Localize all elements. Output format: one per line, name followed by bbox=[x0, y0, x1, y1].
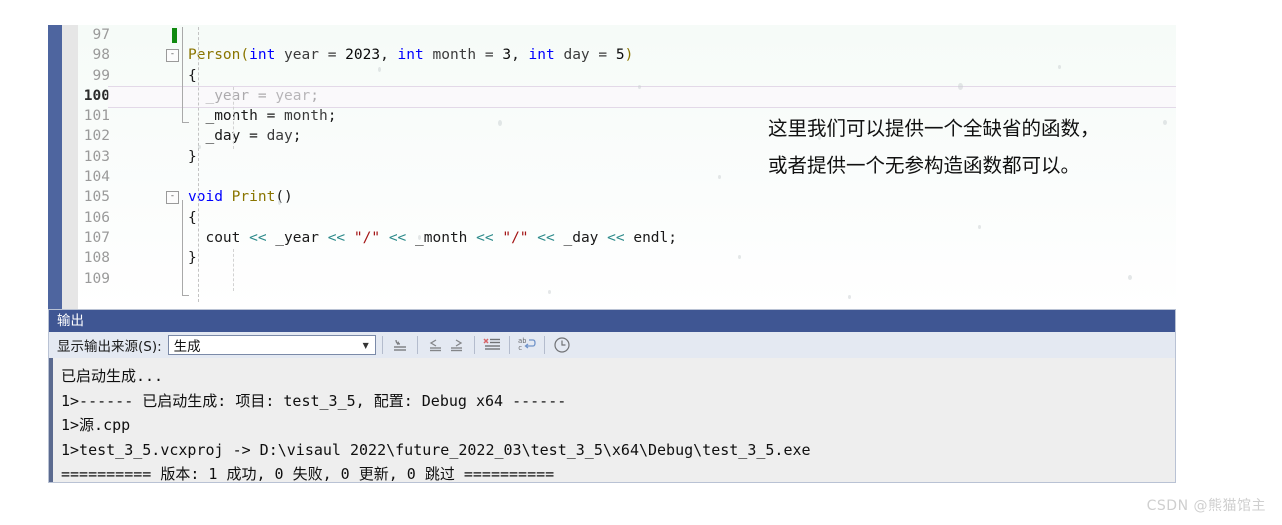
line-number: 108 bbox=[83, 250, 110, 267]
csdn-watermark: CSDN @熊猫馆主 bbox=[1146, 498, 1266, 514]
code-line[interactable]: 97 bbox=[78, 25, 1176, 45]
navigate-forward-icon[interactable] bbox=[446, 335, 468, 355]
indent-guide-line bbox=[198, 27, 199, 302]
output-source-value: 生成 bbox=[173, 339, 201, 355]
line-number: 101 bbox=[83, 108, 110, 125]
scan-speckle bbox=[1128, 275, 1132, 280]
fold-guide-line bbox=[182, 200, 183, 295]
fold-collapse-icon[interactable]: - bbox=[166, 49, 179, 63]
line-number: 100 bbox=[83, 87, 110, 104]
annotation-line-2: 或者提供一个无参构造函数都可以。 bbox=[768, 154, 1081, 177]
code-text: { bbox=[188, 209, 197, 226]
fold-end-tick bbox=[182, 295, 189, 296]
code-text: Person(int year = 2023, int month = 3, i… bbox=[188, 47, 634, 64]
fold-guide-line bbox=[182, 27, 183, 122]
code-text: void Print() bbox=[188, 189, 293, 206]
scan-speckle bbox=[958, 83, 963, 90]
fold-collapse-icon[interactable]: - bbox=[166, 191, 179, 205]
scan-speckle bbox=[378, 67, 381, 72]
toolbar-divider bbox=[508, 336, 510, 354]
output-line: 1>test_3_5.vcxproj -> D:\visaul 2022\fut… bbox=[61, 440, 811, 459]
scan-speckle bbox=[418, 235, 421, 240]
code-line[interactable]: 100 _year = year; bbox=[78, 86, 1176, 106]
scan-speckle bbox=[848, 295, 851, 299]
toggle-word-wrap-icon[interactable]: ab c bbox=[516, 335, 538, 355]
fold-end-tick bbox=[182, 122, 189, 123]
output-line: 已启动生成... bbox=[61, 367, 164, 385]
navigate-back-icon[interactable] bbox=[424, 335, 446, 355]
toolbar-divider bbox=[543, 336, 545, 354]
jump-to-source-icon[interactable] bbox=[389, 335, 411, 355]
change-marker-icon bbox=[172, 28, 177, 43]
code-text: _year = year; bbox=[188, 87, 319, 104]
code-line[interactable]: 108} bbox=[78, 248, 1176, 268]
scan-speckle bbox=[198, 145, 201, 149]
line-number: 97 bbox=[92, 27, 110, 43]
toolbar-divider bbox=[381, 336, 383, 354]
line-number: 102 bbox=[83, 128, 110, 145]
code-text: _month = month; bbox=[188, 108, 337, 125]
indent-guide-line bbox=[233, 249, 234, 291]
clear-all-icon[interactable] bbox=[481, 335, 503, 355]
line-number: 103 bbox=[83, 148, 110, 165]
scan-speckle bbox=[738, 255, 741, 259]
code-line[interactable]: 98 - Person(int year = 2023, int month = 3… bbox=[78, 45, 1176, 65]
output-panel-title-bar[interactable]: 输出 bbox=[49, 310, 1175, 332]
annotation-line-1: 这里我们可以提供一个全缺省的函数， bbox=[768, 117, 1100, 140]
scan-speckle bbox=[1058, 65, 1061, 69]
scan-speckle bbox=[548, 290, 551, 294]
output-source-select[interactable]: 生成 ▼ bbox=[167, 335, 376, 355]
svg-text:c: c bbox=[518, 344, 522, 352]
line-number: 99 bbox=[92, 67, 110, 84]
toolbar-divider bbox=[416, 336, 418, 354]
output-panel-title: 输出 bbox=[57, 313, 84, 329]
chevron-down-icon[interactable]: ▼ bbox=[357, 341, 375, 350]
output-source-label: 显示输出来源(S): bbox=[57, 339, 162, 355]
line-number: 107 bbox=[83, 229, 110, 246]
code-text: _day = day; bbox=[188, 128, 302, 145]
code-line[interactable]: 105 - void Print() bbox=[78, 187, 1176, 207]
toolbar-divider bbox=[473, 336, 475, 354]
code-text: } bbox=[188, 148, 197, 165]
line-number: 109 bbox=[83, 270, 110, 287]
scan-speckle bbox=[278, 200, 281, 205]
scan-speckle bbox=[498, 120, 502, 126]
output-line: 1>------ 已启动生成: 项目: test_3_5, 配置: Debug … bbox=[61, 391, 567, 410]
annotation-text: 这里我们可以提供一个全缺省的函数， 或者提供一个无参构造函数都可以。 bbox=[768, 110, 1168, 184]
code-text: } bbox=[188, 250, 197, 267]
code-line[interactable]: 99 { bbox=[78, 66, 1176, 86]
code-line[interactable]: 106 { bbox=[78, 208, 1176, 228]
code-line[interactable]: 109 bbox=[78, 269, 1176, 289]
line-number: 98 bbox=[92, 47, 110, 64]
output-line: 1>源.cpp bbox=[61, 416, 131, 435]
line-number: 105 bbox=[83, 189, 110, 206]
output-line: ========== 版本: 1 成功, 0 失败, 0 更新, 0 跳过 ==… bbox=[61, 465, 555, 484]
line-number: 106 bbox=[83, 209, 110, 226]
scan-speckle bbox=[638, 85, 641, 89]
indent-guide-line bbox=[233, 87, 234, 149]
code-text: { bbox=[188, 67, 197, 84]
scan-speckle bbox=[978, 225, 981, 229]
output-panel[interactable]: 输出 显示输出来源(S): 生成 ▼ ab c 已启动生成... 1>-----… bbox=[48, 309, 1176, 483]
line-number: 104 bbox=[83, 169, 110, 186]
output-body[interactable]: 已启动生成... 1>------ 已启动生成: 项目: test_3_5, 配置… bbox=[49, 358, 1175, 483]
code-line[interactable]: 107 cout << _year << "/" << _month << "/… bbox=[78, 228, 1176, 248]
code-text: cout << _year << "/" << _month << "/" <<… bbox=[188, 229, 677, 246]
show-timestamps-icon[interactable] bbox=[551, 335, 573, 355]
scan-speckle bbox=[718, 175, 721, 179]
output-toolbar[interactable]: 显示输出来源(S): 生成 ▼ ab c bbox=[49, 332, 1175, 359]
